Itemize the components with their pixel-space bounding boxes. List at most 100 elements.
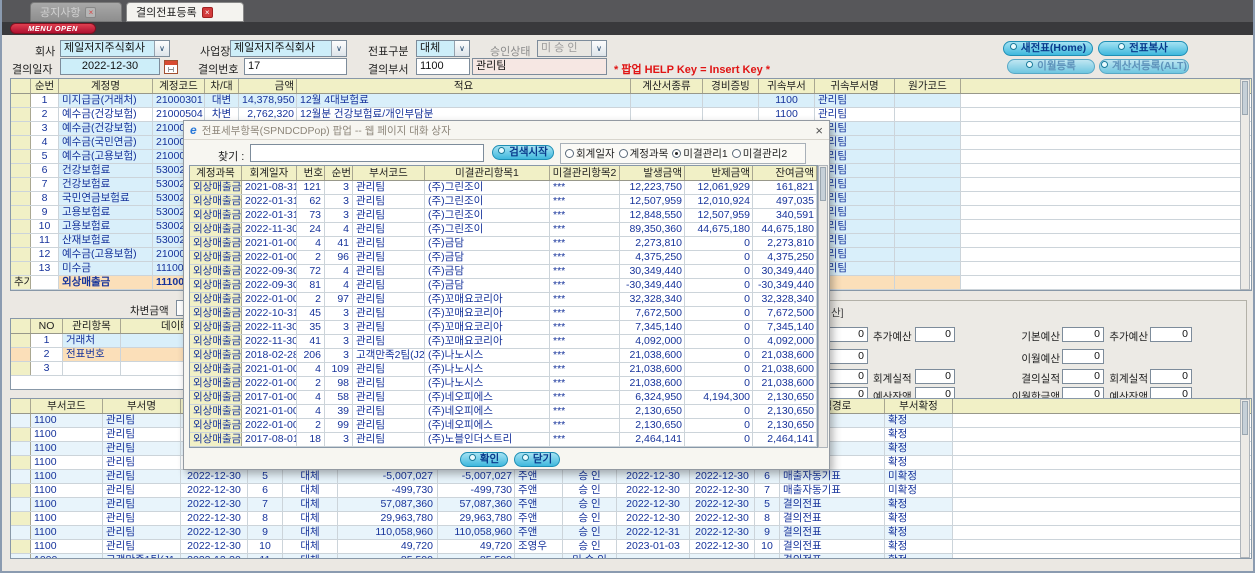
table-row[interactable]: 외상매출금 2018-02-28 206 3 고객만족2팀(J2 (주)나노시스 *** 21…: [190, 349, 817, 363]
radio-미결관리2[interactable]: 미결관리2: [731, 146, 787, 161]
column-header[interactable]: NO: [31, 319, 63, 333]
column-header[interactable]: 미결관리항목2: [550, 166, 620, 180]
chevron-down-icon[interactable]: ∨: [154, 41, 169, 56]
column-header[interactable]: 경비증빙: [703, 79, 759, 93]
column-header[interactable]: 부서코드: [353, 166, 425, 180]
column-header[interactable]: 금액: [239, 79, 297, 93]
slip-no-input[interactable]: 17: [244, 58, 347, 75]
column-header[interactable]: 계산서종류: [631, 79, 703, 93]
table-row[interactable]: 1100 관리팀 2022-12-30 7 대체 57,087,360 57,087,360…: [11, 498, 1251, 512]
scrollbar-thumb[interactable]: [1242, 401, 1248, 435]
column-header[interactable]: 적요: [297, 79, 631, 93]
chevron-down-icon[interactable]: ∨: [454, 41, 469, 56]
table-row[interactable]: 외상매출금 2022-11-30 24 4 관리팀 (주)그린조이 *** 89,350,36…: [190, 223, 817, 237]
table-row[interactable]: 외상매출금 2022-09-30 72 4 관리팀 (주)금담 *** 30,349,440 0…: [190, 265, 817, 279]
search-start-button[interactable]: 검색시작: [492, 145, 554, 160]
budget-input[interactable]: 0: [1062, 349, 1104, 364]
table-row[interactable]: 1100 관리팀 2022-12-30 5 대체 -5,007,027 -5,007,027…: [11, 470, 1251, 484]
column-header[interactable]: 회계일자: [242, 166, 297, 180]
column-header[interactable]: 미결관리항목1: [425, 166, 550, 180]
column-header[interactable]: 순번: [31, 79, 59, 93]
column-header[interactable]: 순번: [325, 166, 353, 180]
table-row[interactable]: 외상매출금 2017-01-00 4 58 관리팀 (주)네오피에스 *** 6,324,95…: [190, 391, 817, 405]
table-row[interactable]: 외상매출금 2021-01-00 4 41 관리팀 (주)금담 *** 2,273,810 0 2…: [190, 237, 817, 251]
column-header[interactable]: 계정과목: [190, 166, 242, 180]
column-header[interactable]: 발생금액: [620, 166, 685, 180]
budget-input[interactable]: 0: [1062, 369, 1104, 384]
date-input[interactable]: 2022-12-30: [60, 58, 160, 75]
column-header[interactable]: 반제금액: [685, 166, 753, 180]
column-header[interactable]: 부서확정: [885, 399, 953, 413]
carry-over-button[interactable]: 이월등록: [1007, 59, 1095, 74]
table-row[interactable]: 1 미지급금(거래처) 21000301 대변 14,378,950 12월 4대보험료 1…: [11, 94, 1251, 108]
column-header[interactable]: 귀속부서: [759, 79, 815, 93]
table-row[interactable]: 외상매출금 2021-01-00 4 109 관리팀 (주)나노시스 *** 21,038,6…: [190, 363, 817, 377]
budget-input[interactable]: 0: [1062, 327, 1104, 342]
column-header[interactable]: 관리항목: [63, 319, 121, 333]
table-row[interactable]: 외상매출금 2022-01-00 2 99 관리팀 (주)네오피에스 *** 2,130,65…: [190, 419, 817, 433]
tab-close-icon[interactable]: ×: [85, 6, 97, 18]
budget-input[interactable]: 0: [1150, 327, 1192, 342]
radio-계정과목[interactable]: 계정과목: [618, 146, 668, 161]
table-row[interactable]: 외상매출금 2022-11-30 35 3 관리팀 (주)꼬매요코리아 *** 7,345,1…: [190, 321, 817, 335]
table-row[interactable]: 외상매출금 2022-01-00 2 98 관리팀 (주)나노시스 *** 21,038,60…: [190, 377, 817, 391]
slip-type-select[interactable]: 대체 ∨: [416, 40, 470, 57]
column-header[interactable]: 계정코드: [153, 79, 205, 93]
scrollbar-thumb[interactable]: [1242, 81, 1248, 115]
tab-notice[interactable]: 공지사항 ×: [30, 2, 122, 22]
popup-close-icon[interactable]: ×: [815, 124, 823, 137]
table-row[interactable]: 외상매출금 2022-11-30 41 3 관리팀 (주)꼬매요코리아 *** 4,092,0…: [190, 335, 817, 349]
tab-slip-register[interactable]: 결의전표등록 ×: [126, 2, 244, 22]
cell: 외상매출금: [190, 223, 242, 236]
table-row[interactable]: 외상매출금 2022-01-00 2 96 관리팀 (주)금담 *** 4,375,250 0 4…: [190, 251, 817, 265]
column-header[interactable]: 부서코드: [31, 399, 103, 413]
close-button[interactable]: 닫기: [514, 452, 560, 467]
table-row[interactable]: 외상매출금 2022-01-00 2 97 관리팀 (주)꼬매요코리아 *** 32,328,…: [190, 293, 817, 307]
column-header[interactable]: [11, 399, 31, 413]
table-row[interactable]: 외상매출금 2022-10-31 45 3 관리팀 (주)꼬매요코리아 *** 7,672,5…: [190, 307, 817, 321]
tab-close-icon[interactable]: ×: [201, 6, 213, 18]
table-row[interactable]: 1100 관리팀 2022-12-30 9 대체 110,058,960 110,058,9…: [11, 526, 1251, 540]
column-header[interactable]: 귀속부서명: [815, 79, 895, 93]
table-row[interactable]: 외상매출금 2021-01-00 4 39 관리팀 (주)네오피에스 *** 2,130,65…: [190, 405, 817, 419]
column-header[interactable]: [11, 319, 31, 333]
table-row[interactable]: 외상매출금 2022-09-30 81 4 관리팀 (주)금담 *** -30,349,440…: [190, 279, 817, 293]
dept-grid-scrollbar[interactable]: [1240, 399, 1250, 558]
invoice-reg-button[interactable]: 계산서등록(ALT): [1099, 59, 1189, 74]
column-header[interactable]: 부서명: [103, 399, 181, 413]
budget-input[interactable]: 0: [915, 369, 955, 384]
scrollbar-thumb[interactable]: [820, 167, 826, 201]
confirm-button[interactable]: 확인: [460, 452, 508, 467]
popup-grid-scrollbar[interactable]: [818, 165, 828, 448]
cell: 4,375,250: [753, 251, 817, 264]
budget-input[interactable]: 0: [1150, 369, 1192, 384]
calendar-icon[interactable]: [164, 60, 178, 74]
new-slip-button[interactable]: 새전표(Home): [1003, 41, 1093, 56]
search-input[interactable]: [250, 144, 484, 162]
table-row[interactable]: 1100 관리팀 2022-12-30 6 대체 -499,730 -499,730 주앤 승 …: [11, 484, 1251, 498]
menu-open-button[interactable]: MENU OPEN: [10, 23, 96, 34]
radio-회계일자[interactable]: 회계일자: [565, 146, 615, 161]
dept-code-input[interactable]: 1100: [416, 58, 470, 75]
chevron-down-icon[interactable]: ∨: [331, 41, 346, 56]
table-row[interactable]: 1100 관리팀 2022-12-30 10 대체 49,720 49,720 조영우 승 인2…: [11, 540, 1251, 554]
table-row[interactable]: 외상매출금 2017-08-01 18 3 관리팀 (주)노블인더스트리 *** 2,464,…: [190, 433, 817, 447]
popup-title-bar[interactable]: e 전표세부항목(SPNDCDPop) 팝업 -- 웹 페이지 대화 상자 ×: [184, 121, 829, 140]
column-header[interactable]: 잔여금액: [753, 166, 817, 180]
column-header[interactable]: 번호: [297, 166, 325, 180]
table-row[interactable]: 외상매출금 2022-01-31 73 3 관리팀 (주)그린조이 *** 12,848,55…: [190, 209, 817, 223]
table-row[interactable]: 외상매출금 2022-01-31 62 3 관리팀 (주)그린조이 *** 12,507,95…: [190, 195, 817, 209]
radio-미결관리1[interactable]: 미결관리1: [672, 146, 728, 161]
table-row[interactable]: 1100 관리팀 2022-12-30 8 대체 29,963,780 29,963,780…: [11, 512, 1251, 526]
table-row[interactable]: 1000고객만족1팀(J12022-12-3011대체85,50085,500미…: [11, 554, 1251, 558]
column-header[interactable]: 계정명: [59, 79, 153, 93]
table-row[interactable]: 외상매출금 2021-08-31 121 3 관리팀 (주)그린조이 *** 12,223,7…: [190, 181, 817, 195]
main-grid-scrollbar[interactable]: [1240, 79, 1250, 290]
column-header[interactable]: 차/대: [205, 79, 239, 93]
site-select[interactable]: 제일저지주식회사 ∨: [230, 40, 347, 57]
column-header[interactable]: [11, 79, 31, 93]
column-header[interactable]: 원가코드: [895, 79, 961, 93]
copy-slip-button[interactable]: 전표복사: [1098, 41, 1188, 56]
budget-input[interactable]: 0: [915, 327, 955, 342]
company-select[interactable]: 제일저지주식회사 ∨: [60, 40, 170, 57]
